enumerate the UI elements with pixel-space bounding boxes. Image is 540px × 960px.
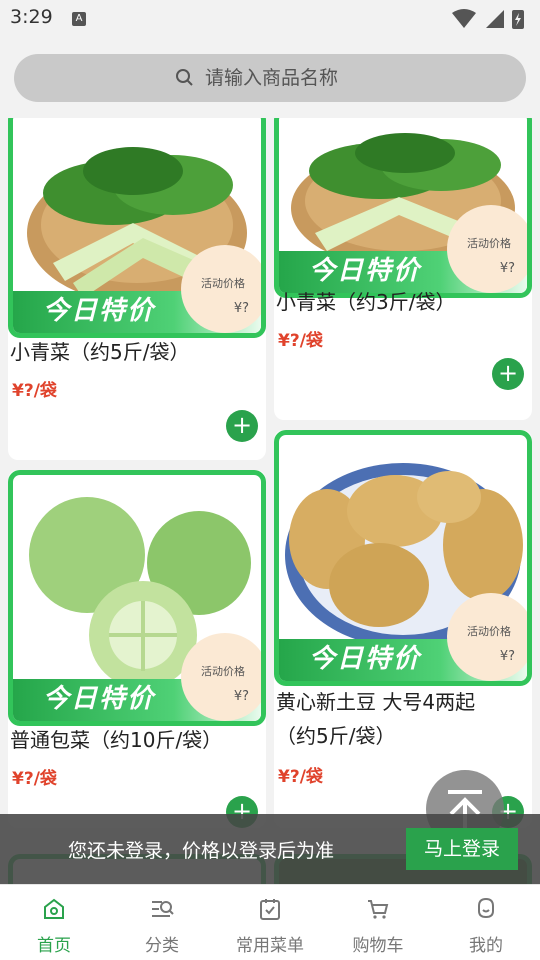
promo-banner-text: 今日特价 [309,644,422,674]
promo-banner-text: 今日特价 [43,684,156,714]
notification-a-icon: A [72,12,86,26]
product-price: ¥?/袋 [12,381,57,401]
promo-banner-text: 今日特价 [309,256,422,286]
product-image: 今日特价 活动价格 ¥? [274,430,532,686]
product-price: ¥?/袋 [278,767,323,787]
product-card[interactable]: 今日特价 活动价格 ¥? 小青菜（约5斤/袋） ¥?/袋 + [8,118,266,460]
login-button[interactable]: 马上登录 [406,828,518,870]
product-price: ¥?/袋 [278,331,323,351]
wifi-icon [452,9,476,28]
product-name-line1: 黄心新土豆 大号4两起 [276,690,476,714]
product-card[interactable]: 今日特价 活动价格 ¥? 小青菜（约3斤/袋） ¥?/袋 + [274,118,532,420]
category-icon [152,901,174,917]
status-time: 3:29 [10,6,53,28]
add-to-cart-button[interactable]: + [492,358,524,390]
add-to-cart-button[interactable]: + [226,410,258,442]
tab-label: 购物车 [352,936,404,956]
badge-label: 活动价格 [201,665,245,678]
search-icon [176,69,193,86]
search-area [0,38,540,118]
cart-icon [368,900,389,919]
promo-price-badge: 活动价格 ¥? [181,633,261,721]
tab-common-menu[interactable]: 常用菜单 [216,885,324,960]
badge-label: 活动价格 [467,237,511,250]
badge-price: ¥? [233,301,249,316]
tab-label: 常用菜单 [236,936,304,956]
product-image: 今日特价 活动价格 ¥? [8,470,266,726]
badge-price: ¥? [233,689,249,704]
tab-mine[interactable]: 我的 [432,885,540,960]
signal-icon [486,10,504,28]
menu-list-icon [260,899,280,920]
status-bar: 3:29 A [0,0,540,38]
product-price: ¥?/袋 [12,769,57,789]
tab-label: 分类 [145,936,179,956]
product-name: 小青菜（约3斤/袋） [276,290,456,314]
badge-price: ¥? [499,649,515,664]
bottom-tab-bar: 首页 分类 常用菜单 购物车 我的 [0,884,540,960]
promo-price-badge: 活动价格 ¥? [181,245,261,333]
search-bar[interactable] [14,54,526,102]
tab-label: 我的 [469,936,503,956]
product-name: 小青菜（约5斤/袋） [10,340,190,364]
tab-category[interactable]: 分类 [108,885,216,960]
badge-price: ¥? [499,261,515,276]
home-icon [44,898,64,919]
product-name: 普通包菜（约10斤/袋） [10,728,223,752]
promo-banner-text: 今日特价 [43,296,156,326]
product-image: 今日特价 活动价格 ¥? [274,118,532,298]
promo-price-badge: 活动价格 ¥? [447,593,527,681]
user-icon [478,897,494,919]
tab-label: 首页 [37,936,71,956]
badge-label: 活动价格 [201,277,245,290]
tab-home[interactable]: 首页 [0,885,108,960]
login-prompt-bar: 您还未登录，价格以登录后为准 马上登录 [0,814,540,884]
tab-cart[interactable]: 购物车 [324,885,432,960]
login-prompt-text: 您还未登录，价格以登录后为准 [68,840,335,862]
badge-label: 活动价格 [467,625,511,638]
search-input[interactable] [205,67,365,89]
status-icons [452,9,524,29]
product-image: 今日特价 活动价格 ¥? [8,118,266,338]
product-name-line2: （约5斤/袋） [276,724,396,748]
promo-price-badge: 活动价格 ¥? [447,205,527,293]
product-card[interactable]: 今日特价 活动价格 ¥? 普通包菜（约10斤/袋） ¥?/袋 + [8,470,266,828]
product-card[interactable]: 今日特价 活动价格 ¥? 黄心新土豆 大号4两起 （约5斤/袋） ¥?/袋 + [274,430,532,828]
